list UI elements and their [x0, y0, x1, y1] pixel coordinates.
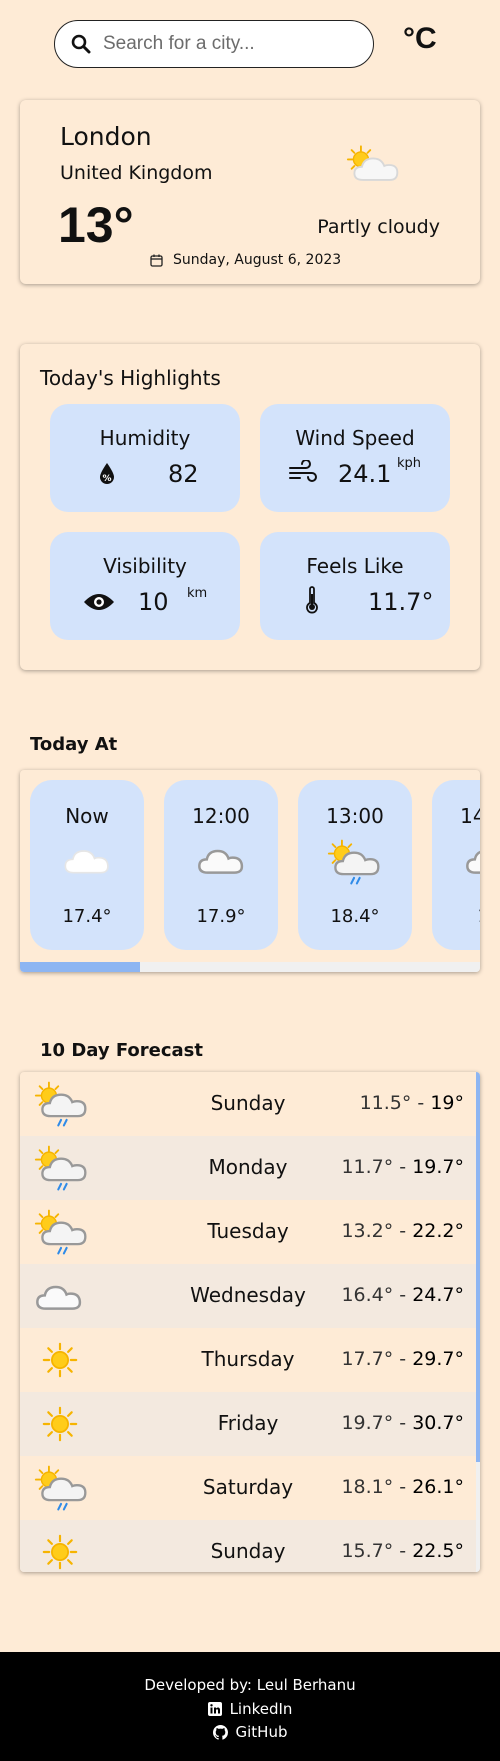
- svg-text:%: %: [102, 474, 111, 484]
- linkedin-label[interactable]: LinkedIn: [230, 1700, 293, 1718]
- sun-cloud-rain-icon: [34, 1080, 90, 1128]
- hour-card: 14:00 18: [432, 780, 480, 950]
- forecast-day: Wednesday: [190, 1283, 306, 1307]
- forecast-scrollbar[interactable]: [476, 1072, 480, 1572]
- forecast-row: Sunday 11.5° - 19°: [20, 1072, 476, 1136]
- forecast-range: 15.7° - 22.5°: [341, 1540, 464, 1562]
- wind-speed-label: Wind Speed: [295, 426, 415, 450]
- visibility-tile: Visibility 10 km: [50, 532, 240, 640]
- cloud-grey-icon: [196, 844, 246, 878]
- calendar-icon: [150, 254, 163, 267]
- linkedin-icon: [207, 1702, 222, 1716]
- partly-cloudy-icon: [346, 144, 402, 186]
- weather-condition: Partly cloudy: [317, 216, 440, 238]
- forecast-range: 18.1° - 26.1°: [341, 1476, 464, 1498]
- forecast-row: Monday 11.7° - 19.7°: [20, 1136, 476, 1200]
- hour-time: 12:00: [192, 804, 250, 828]
- search-bar[interactable]: [54, 20, 374, 68]
- unit-toggle-button[interactable]: °C: [403, 22, 437, 56]
- forecast-range: 11.7° - 19.7°: [341, 1156, 464, 1178]
- feels-like-tile: Feels Like 11.7°: [260, 532, 450, 640]
- forecast-row: Friday 19.7° - 30.7°: [20, 1392, 476, 1456]
- hourly-forecast-carousel[interactable]: Now 17.4° 12:00 17.9° 13:00 18.4° 14:00 …: [20, 770, 480, 972]
- forecast-range: 16.4° - 24.7°: [341, 1284, 464, 1306]
- humidity-value: 82: [168, 460, 199, 488]
- city-name: London: [60, 122, 152, 151]
- github-icon: [212, 1724, 228, 1740]
- forecast-day: Tuesday: [207, 1219, 289, 1243]
- sun-cloud-rain-icon: [34, 1208, 90, 1256]
- hour-card: 12:00 17.9°: [164, 780, 278, 950]
- forecast-day: Saturday: [202, 1475, 294, 1499]
- forecast-range: 11.5° - 19°: [359, 1092, 464, 1114]
- forecast-day: Friday: [217, 1411, 279, 1435]
- linkedin-link[interactable]: LinkedIn: [0, 1700, 500, 1718]
- forecast-row: Tuesday 13.2° - 22.2°: [20, 1200, 476, 1264]
- forecast-row: Sunday 15.7° - 22.5°: [20, 1520, 476, 1572]
- forecast-row: Saturday 18.1° - 26.1°: [20, 1456, 476, 1520]
- github-label[interactable]: GitHub: [236, 1723, 288, 1741]
- hour-time: Now: [65, 804, 109, 828]
- forecast-range: 17.7° - 29.7°: [341, 1348, 464, 1370]
- forecast-day: Thursday: [201, 1347, 295, 1371]
- humidity-label: Humidity: [99, 426, 191, 450]
- cloud-grey-icon: [34, 1280, 84, 1314]
- date-row: Sunday, August 6, 2023: [150, 252, 341, 268]
- wind-icon: [289, 460, 317, 482]
- eye-icon: [84, 594, 114, 610]
- humidity-tile: Humidity % 82: [50, 404, 240, 512]
- sun-icon: [42, 1534, 78, 1570]
- sun-cloud-rain-icon: [34, 1464, 90, 1512]
- thermometer-icon: [306, 586, 318, 614]
- hour-card: 13:00 18.4°: [298, 780, 412, 950]
- footer: Developed by: Leul Berhanu LinkedIn GitH…: [0, 1652, 500, 1761]
- developer-credit: Developed by: Leul Berhanu: [144, 1676, 356, 1694]
- forecast-range: 19.7° - 30.7°: [341, 1412, 464, 1434]
- search-icon: [71, 34, 91, 54]
- sun-cloud-rain-icon: [327, 838, 383, 886]
- wind-speed-tile: Wind Speed 24.1 kph: [260, 404, 450, 512]
- hour-temp: 18: [432, 906, 480, 927]
- visibility-unit: km: [187, 586, 208, 601]
- hour-time: 14:00: [460, 804, 480, 828]
- highlights-title: Today's Highlights: [40, 366, 221, 390]
- forecast-row: Thursday 17.7° - 29.7°: [20, 1328, 476, 1392]
- forecast-row: Wednesday 16.4° - 24.7°: [20, 1264, 476, 1328]
- visibility-value: 10: [138, 588, 169, 616]
- forecast-title: 10 Day Forecast: [40, 1040, 204, 1061]
- forecast-day: Sunday: [210, 1091, 286, 1115]
- current-date: Sunday, August 6, 2023: [173, 252, 342, 268]
- hour-card: Now 17.4°: [30, 780, 144, 950]
- humidity-drop-icon: %: [100, 463, 114, 484]
- hour-temp: 17.9°: [196, 906, 246, 927]
- sun-cloud-rain-icon: [34, 1144, 90, 1192]
- hourly-scrollbar-thumb[interactable]: [20, 962, 140, 972]
- wind-speed-unit: kph: [397, 456, 422, 471]
- visibility-label: Visibility: [103, 554, 187, 578]
- forecast-day: Sunday: [210, 1539, 286, 1563]
- forecast-list[interactable]: Sunday 11.5° - 19° Monday 11.7° - 19.7° …: [20, 1072, 480, 1572]
- hour-temp: 17.4°: [62, 906, 112, 927]
- sun-icon: [42, 1406, 78, 1442]
- forecast-scrollbar-thumb[interactable]: [476, 1072, 480, 1462]
- wind-speed-value: 24.1: [338, 460, 392, 488]
- highlights-card: Today's Highlights Humidity % 82 Wind Sp…: [20, 344, 480, 670]
- search-input[interactable]: [103, 33, 343, 55]
- forecast-day: Monday: [208, 1155, 288, 1179]
- cloud-white-icon: [62, 844, 112, 878]
- github-link[interactable]: GitHub: [0, 1723, 500, 1741]
- cloud-grey-icon: [464, 844, 480, 878]
- feels-like-value: 11.7°: [368, 588, 434, 616]
- feels-like-label: Feels Like: [306, 554, 404, 578]
- today-at-title: Today At: [30, 734, 118, 755]
- hourly-scrollbar[interactable]: [20, 962, 480, 972]
- country-name: United Kingdom: [60, 162, 213, 184]
- current-weather-card: London United Kingdom 13° Partly cloudy …: [20, 100, 480, 284]
- hour-temp: 18.4°: [330, 906, 380, 927]
- hour-time: 13:00: [326, 804, 384, 828]
- forecast-range: 13.2° - 22.2°: [341, 1220, 464, 1242]
- current-temperature: 13°: [58, 197, 134, 253]
- sun-icon: [42, 1342, 78, 1378]
